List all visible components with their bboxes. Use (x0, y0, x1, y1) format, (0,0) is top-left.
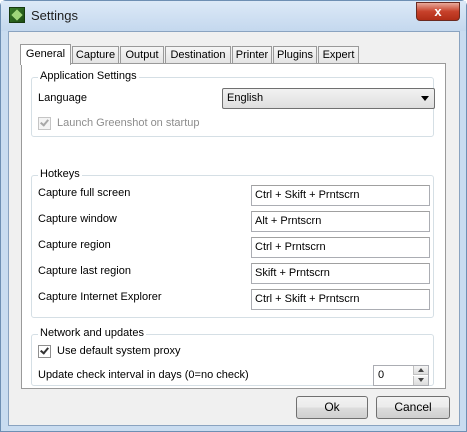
capture-last-region-label: Capture last region (38, 265, 131, 277)
close-button[interactable]: x (416, 2, 460, 21)
capture-full-screen-hotkey-field[interactable]: Ctrl + Skift + Prntscrn (251, 185, 430, 206)
hotkeys-group: Hotkeys Capture full screen Ctrl + Skift… (31, 168, 434, 318)
tab-destination[interactable]: Destination (165, 46, 231, 64)
dialog-client-area: General Capture Output Destination Print… (8, 31, 460, 426)
general-tab-panel: Application Settings Language English La… (21, 63, 446, 389)
capture-window-label: Capture window (38, 213, 117, 225)
application-settings-group: Application Settings Language English La… (31, 70, 435, 137)
checkmark-icon (40, 117, 49, 127)
window-title: Settings (31, 8, 78, 23)
update-interval-label: Update check interval in days (0=no chec… (38, 369, 249, 381)
tab-plugins[interactable]: Plugins (273, 46, 317, 64)
tab-general[interactable]: General (20, 44, 71, 65)
default-proxy-label: Use default system proxy (57, 345, 181, 357)
spin-up-icon[interactable] (413, 366, 428, 375)
hotkeys-title: Hotkeys (38, 168, 82, 180)
capture-ie-label: Capture Internet Explorer (38, 291, 162, 303)
settings-window: Settings x General Capture Output Destin… (0, 0, 467, 432)
capture-last-region-hotkey-field[interactable]: Skift + Prntscrn (251, 263, 430, 284)
network-updates-title: Network and updates (38, 327, 146, 339)
greenshot-app-icon (9, 7, 25, 23)
default-proxy-checkbox[interactable] (38, 345, 51, 358)
capture-ie-hotkey-field[interactable]: Ctrl + Skift + Prntscrn (251, 289, 430, 310)
update-interval-value: 0 (378, 369, 385, 381)
language-select[interactable]: English (222, 88, 435, 109)
update-interval-stepper[interactable]: 0 (373, 365, 429, 386)
application-settings-title: Application Settings (38, 70, 139, 82)
checkmark-icon (40, 345, 49, 355)
launch-on-startup-checkbox[interactable] (38, 117, 51, 130)
capture-window-hotkey-field[interactable]: Alt + Prntscrn (251, 211, 430, 232)
title-bar[interactable]: Settings x (1, 1, 466, 31)
capture-full-screen-label: Capture full screen (38, 187, 131, 199)
network-updates-group: Network and updates Use default system p… (31, 327, 434, 386)
language-select-value: English (227, 92, 264, 104)
capture-region-label: Capture region (38, 239, 111, 251)
launch-on-startup-label: Launch Greenshot on startup (57, 117, 200, 129)
language-label: Language (38, 92, 87, 104)
cancel-button[interactable]: Cancel (376, 396, 450, 419)
capture-region-hotkey-field[interactable]: Ctrl + Prntscrn (251, 237, 430, 258)
tab-printer[interactable]: Printer (232, 46, 272, 64)
tab-expert[interactable]: Expert (318, 46, 359, 64)
ok-button[interactable]: Ok (296, 396, 368, 419)
chevron-down-icon (421, 96, 429, 101)
tab-capture[interactable]: Capture (72, 46, 119, 64)
spin-down-icon[interactable] (413, 376, 428, 385)
tab-output[interactable]: Output (120, 46, 164, 64)
